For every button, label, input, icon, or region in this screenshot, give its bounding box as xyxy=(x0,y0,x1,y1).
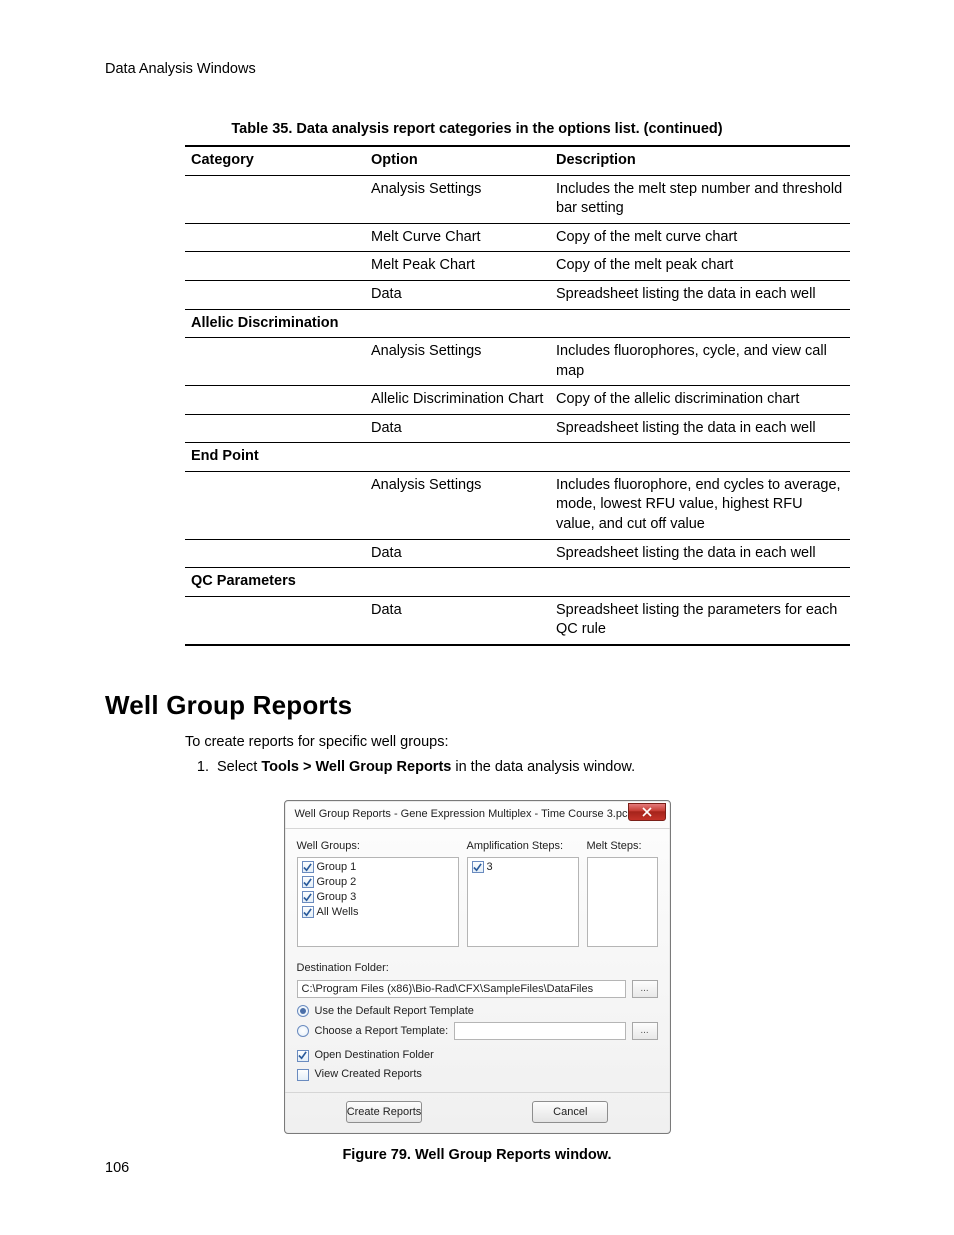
table-caption: Table 35. Data analysis report categorie… xyxy=(105,120,849,140)
close-icon xyxy=(642,807,652,817)
amp-steps-list[interactable]: 3 xyxy=(467,857,579,947)
table-cell xyxy=(185,596,365,645)
table-cell: Data xyxy=(365,280,550,309)
section-heading: Well Group Reports xyxy=(105,688,849,723)
well-groups-list[interactable]: Group 1Group 2Group 3All Wells xyxy=(297,857,459,947)
step-1: Select Tools > Well Group Reports in the… xyxy=(213,758,849,778)
table-cell: Analysis Settings xyxy=(365,471,550,539)
view-created-checkbox[interactable] xyxy=(297,1069,309,1081)
checkbox-icon xyxy=(302,876,314,888)
table-cell: Spreadsheet listing the data in each wel… xyxy=(550,539,850,568)
page-number: 106 xyxy=(105,1159,129,1179)
list-item-label: Group 2 xyxy=(317,875,357,890)
checkbox-icon xyxy=(302,891,314,903)
melt-steps-label: Melt Steps: xyxy=(587,839,658,854)
list-item[interactable]: 3 xyxy=(472,860,574,875)
open-dest-label: Open Destination Folder xyxy=(315,1048,434,1063)
table-cell: Analysis Settings xyxy=(365,175,550,223)
table-cell: Spreadsheet listing the data in each wel… xyxy=(550,414,850,443)
create-reports-button[interactable]: Create Reports xyxy=(346,1101,423,1123)
table-section-header: End Point xyxy=(185,443,850,472)
browse-dest-button[interactable]: ... xyxy=(632,980,658,998)
running-head: Data Analysis Windows xyxy=(105,60,849,80)
list-item-label: 3 xyxy=(487,860,493,875)
table-cell xyxy=(185,223,365,252)
step1-bold: Tools > Well Group Reports xyxy=(261,759,451,775)
checkbox-icon xyxy=(302,861,314,873)
dest-folder-label: Destination Folder: xyxy=(297,961,658,976)
template-path-input[interactable] xyxy=(454,1022,625,1040)
table-cell: Data xyxy=(365,539,550,568)
open-dest-checkbox[interactable] xyxy=(297,1050,309,1062)
table-cell xyxy=(185,252,365,281)
table-cell xyxy=(185,414,365,443)
list-item[interactable]: Group 2 xyxy=(302,875,454,890)
table-cell: Copy of the allelic discrimination chart xyxy=(550,386,850,415)
th-option: Option xyxy=(365,146,550,175)
step1-pre: Select xyxy=(217,759,261,775)
table-cell: Includes the melt step number and thresh… xyxy=(550,175,850,223)
table-cell xyxy=(185,280,365,309)
table-cell: Includes fluorophore, end cycles to aver… xyxy=(550,471,850,539)
list-item[interactable]: Group 3 xyxy=(302,890,454,905)
table-cell xyxy=(185,175,365,223)
well-groups-label: Well Groups: xyxy=(297,839,459,854)
th-category: Category xyxy=(185,146,365,175)
list-item-label: Group 3 xyxy=(317,890,357,905)
report-categories-table: Category Option Description Analysis Set… xyxy=(185,145,850,646)
well-group-reports-dialog: Well Group Reports - Gene Expression Mul… xyxy=(284,800,671,1134)
amp-steps-label: Amplification Steps: xyxy=(467,839,579,854)
list-item[interactable]: Group 1 xyxy=(302,860,454,875)
table-cell xyxy=(185,338,365,386)
list-item[interactable]: All Wells xyxy=(302,905,454,920)
checkbox-icon xyxy=(472,861,484,873)
table-cell: Data xyxy=(365,414,550,443)
table-cell: Copy of the melt curve chart xyxy=(550,223,850,252)
dialog-title: Well Group Reports - Gene Expression Mul… xyxy=(295,808,638,820)
table-cell: Analysis Settings xyxy=(365,338,550,386)
melt-steps-list[interactable] xyxy=(587,857,658,947)
radio-choose-template[interactable] xyxy=(297,1025,309,1037)
radio-default-label: Use the Default Report Template xyxy=(315,1004,474,1019)
th-desc: Description xyxy=(550,146,850,175)
table-cell: Includes fluorophores, cycle, and view c… xyxy=(550,338,850,386)
checkbox-icon xyxy=(302,906,314,918)
table-cell: Melt Peak Chart xyxy=(365,252,550,281)
intro-text: To create reports for specific well grou… xyxy=(185,733,849,753)
table-cell: Melt Curve Chart xyxy=(365,223,550,252)
dest-folder-input[interactable]: C:\Program Files (x86)\Bio-Rad\CFX\Sampl… xyxy=(297,980,626,998)
table-cell: Data xyxy=(365,596,550,645)
table-cell xyxy=(185,539,365,568)
view-created-label: View Created Reports xyxy=(315,1067,422,1082)
list-item-label: Group 1 xyxy=(317,860,357,875)
table-section-header: QC Parameters xyxy=(185,568,850,597)
radio-default-template[interactable] xyxy=(297,1005,309,1017)
cancel-button[interactable]: Cancel xyxy=(532,1101,608,1123)
table-cell: Allelic Discrimination Chart xyxy=(365,386,550,415)
list-item-label: All Wells xyxy=(317,905,359,920)
figure-caption: Figure 79. Well Group Reports window. xyxy=(105,1146,849,1166)
table-section-header: Allelic Discrimination xyxy=(185,309,850,338)
table-cell: Copy of the melt peak chart xyxy=(550,252,850,281)
close-button[interactable] xyxy=(628,803,666,821)
table-cell: Spreadsheet listing the data in each wel… xyxy=(550,280,850,309)
step1-post: in the data analysis window. xyxy=(451,759,635,775)
browse-template-button[interactable]: ... xyxy=(632,1022,658,1040)
table-cell: Spreadsheet listing the parameters for e… xyxy=(550,596,850,645)
table-cell xyxy=(185,471,365,539)
table-cell xyxy=(185,386,365,415)
radio-choose-label: Choose a Report Template: xyxy=(315,1024,449,1039)
